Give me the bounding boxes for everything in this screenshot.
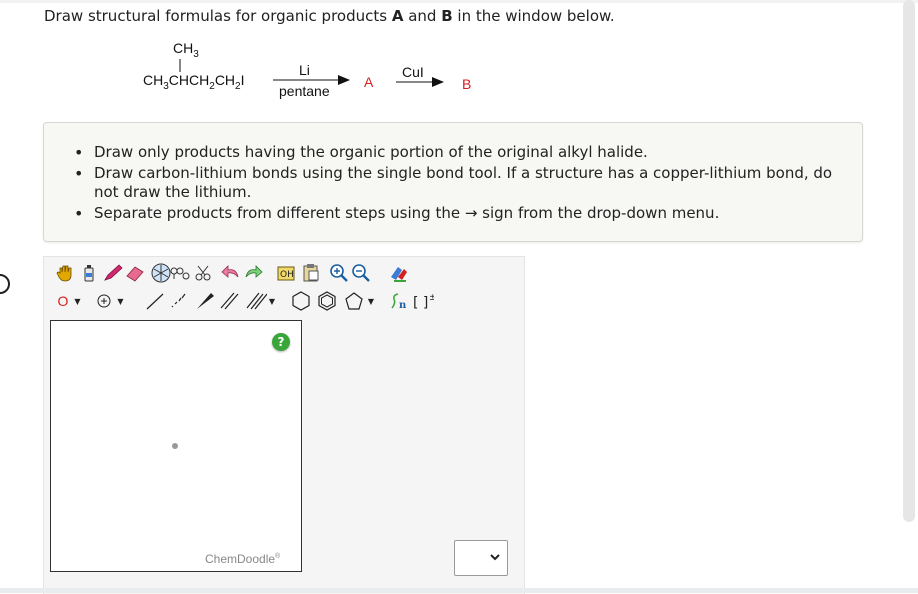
reagent-li: Li — [299, 62, 310, 78]
zoom-out-icon[interactable] — [350, 262, 372, 284]
product-b: B — [462, 76, 472, 92]
bottom-border — [0, 588, 918, 593]
dropdown-arrow-icon: ▼ — [268, 296, 276, 306]
paste-icon[interactable] — [300, 262, 322, 284]
top-border — [0, 0, 918, 3]
cyclohexane-icon[interactable] — [290, 290, 312, 312]
cleanup-icon[interactable] — [168, 262, 190, 284]
branch-methyl: CH3 — [173, 40, 199, 60]
instructions-box: Draw only products having the organic po… — [43, 122, 863, 242]
hashed-bond-icon[interactable] — [168, 290, 190, 312]
svg-text:[ ]: [ ] — [413, 295, 428, 311]
canvas-center-dot — [172, 443, 178, 449]
hand-icon[interactable] — [54, 262, 76, 284]
double-bond-icon[interactable] — [218, 290, 240, 312]
instruction-item: Draw only products having the organic po… — [74, 143, 854, 163]
chemdoodle-watermark: ChemDoodle® — [205, 552, 281, 566]
single-bond-icon[interactable] — [144, 290, 166, 312]
instruction-item: Draw carbon-lithium bonds using the sing… — [74, 164, 854, 203]
redo-icon[interactable] — [242, 262, 264, 284]
color-icon[interactable] — [388, 262, 410, 284]
atom-o-icon: O — [57, 293, 69, 309]
svg-text:OH: OH — [280, 270, 294, 280]
eraser-bottle-icon[interactable] — [78, 262, 100, 284]
atom-o-selector[interactable]: O ▼ — [54, 290, 84, 312]
product-a-label: A — [391, 7, 404, 25]
reaction-arrowhead-2 — [432, 77, 444, 87]
reaction-scheme: CH3 CH3CHCH2CH2I Li pentane A CuI B — [140, 38, 480, 108]
reagent-cui: CuI — [402, 64, 424, 80]
dropdown-arrow-icon: ▼ — [367, 296, 375, 306]
reactant-formula: CH3CHCH2CH2I — [143, 72, 245, 92]
reaction-arrowhead-1 — [338, 75, 350, 85]
triple-bond-selector[interactable]: ▼ — [244, 290, 276, 312]
sn-bracket-icon[interactable]: n — [388, 290, 410, 312]
svg-text:n: n — [399, 300, 407, 311]
undo-icon[interactable] — [220, 262, 242, 284]
eraser-icon[interactable] — [124, 262, 146, 284]
help-button[interactable]: ? — [272, 333, 290, 351]
instruction-item: Separate products from different steps u… — [74, 204, 854, 224]
dropdown-arrow-icon: ▼ — [117, 296, 124, 306]
pencil-icon[interactable] — [102, 262, 124, 284]
chevron-down-icon — [489, 551, 501, 567]
zoom-in-icon[interactable] — [328, 262, 350, 284]
pentagon-selector[interactable]: ▼ — [342, 290, 376, 312]
charge-plus-selector[interactable]: ▼ — [94, 290, 126, 312]
product-b-label: B — [441, 7, 453, 25]
wedge-bond-icon[interactable] — [194, 290, 216, 312]
page-edge-circle-icon — [0, 274, 10, 294]
charge-bracket-icon[interactable]: [ ] ± — [412, 290, 434, 312]
page-scrollbar[interactable] — [903, 0, 915, 522]
instructions-list: Draw only products having the organic po… — [74, 143, 854, 224]
product-a: A — [364, 74, 374, 90]
answer-select[interactable] — [454, 540, 508, 576]
svg-text:±: ± — [429, 293, 434, 303]
question-text: Draw structural formulas for organic pro… — [44, 7, 615, 25]
reagent-pentane: pentane — [279, 83, 330, 99]
benzene-icon[interactable] — [316, 290, 338, 312]
copy-icon[interactable]: OH — [276, 262, 298, 284]
scissors-icon[interactable] — [192, 262, 214, 284]
dropdown-arrow-icon: ▼ — [74, 296, 81, 306]
